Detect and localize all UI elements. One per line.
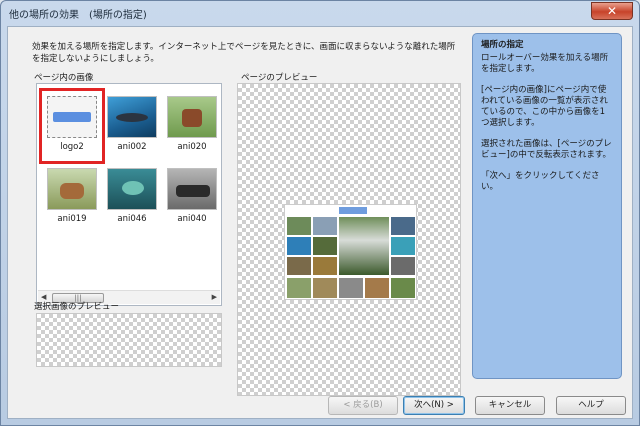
thumb-image	[167, 96, 217, 138]
scroll-right-arrow-icon[interactable]: ▶	[212, 293, 217, 301]
help-title: 場所の指定	[481, 40, 524, 50]
page-preview-collage	[284, 204, 417, 300]
thumb-caption: logo2	[60, 142, 84, 152]
next-button[interactable]: 次へ(N) >	[403, 396, 465, 415]
image-list[interactable]: logo2 ani002 ani020 ani019 ani046 ani040…	[36, 83, 222, 306]
preview-image	[313, 237, 337, 255]
preview-image	[287, 217, 311, 235]
deer-shape	[182, 109, 202, 127]
dialog-body: 効果を加える場所を指定します。インターネット上でページを見たときに、画面に収まら…	[7, 26, 633, 419]
help-paragraph: 「次へ」をクリックしてください。	[481, 171, 600, 192]
page-preview	[237, 83, 461, 396]
image-thumb-ani020[interactable]: ani020	[163, 92, 221, 160]
image-list-label: ページ内の画像	[34, 73, 94, 83]
preview-logo-highlight	[339, 207, 367, 214]
image-thumb-logo2[interactable]: logo2	[39, 88, 105, 164]
preview-image	[287, 237, 311, 255]
back-button[interactable]: < 戻る(B)	[328, 396, 398, 415]
thumb-image	[47, 96, 97, 138]
help-button[interactable]: ヘルプ	[556, 396, 626, 415]
thumb-caption: ani020	[177, 142, 207, 152]
window-title: 他の場所の効果 (場所の指定)	[9, 10, 147, 21]
help-paragraph: ロールオーバー効果を加える場所を指定します。	[481, 53, 609, 74]
help-panel: 場所の指定 ロールオーバー効果を加える場所を指定します。 [ページ内の画像]にペ…	[472, 33, 622, 379]
thumb-caption: ani040	[177, 214, 207, 224]
thumb-image	[107, 96, 157, 138]
selected-image-preview	[36, 313, 222, 367]
help-paragraph: [ページ内の画像]にページ内で使われている画像の一覧が表示されているので、この中…	[481, 85, 608, 128]
image-thumb-ani040[interactable]: ani040	[163, 164, 221, 232]
logo-graphic	[53, 112, 91, 122]
preview-image	[391, 257, 415, 275]
penguin-shape	[176, 185, 210, 197]
thumb-caption: ani019	[57, 214, 87, 224]
title-bar[interactable]: 他の場所の効果 (場所の指定) ✕	[1, 1, 639, 25]
image-thumb-ani002[interactable]: ani002	[103, 92, 161, 160]
preview-image	[391, 278, 415, 298]
image-thumb-ani019[interactable]: ani019	[43, 164, 101, 232]
image-thumb-ani046[interactable]: ani046	[103, 164, 161, 232]
preview-image	[339, 278, 363, 298]
page-preview-label: ページのプレビュー	[241, 73, 318, 83]
preview-image	[287, 278, 311, 298]
thumb-image	[107, 168, 157, 210]
dolphin-shape	[116, 113, 148, 122]
lion-shape	[60, 183, 84, 199]
thumb-image	[47, 168, 97, 210]
preview-image	[391, 217, 415, 235]
cancel-button[interactable]: キャンセル	[475, 396, 545, 415]
dialog-window: 他の場所の効果 (場所の指定) ✕ 効果を加える場所を指定します。インターネット…	[0, 0, 640, 426]
instruction-text: 効果を加える場所を指定します。インターネット上でページを見たときに、画面に収まら…	[32, 42, 456, 64]
close-button[interactable]: ✕	[591, 2, 633, 20]
thumb-caption: ani046	[117, 214, 147, 224]
thumb-image	[167, 168, 217, 210]
preview-image	[313, 217, 337, 235]
preview-image	[365, 278, 389, 298]
preview-image	[287, 257, 311, 275]
preview-image-tiger	[339, 217, 389, 275]
preview-image	[313, 278, 337, 298]
thumb-caption: ani002	[117, 142, 147, 152]
preview-image	[391, 237, 415, 255]
preview-image	[313, 257, 337, 275]
help-paragraph: 選択された画像は、[ページのプレビュー]の中で反転表示されます。	[481, 139, 612, 160]
selected-preview-label: 選択画像のプレビュー	[34, 302, 120, 312]
turtle-shape	[122, 181, 144, 195]
